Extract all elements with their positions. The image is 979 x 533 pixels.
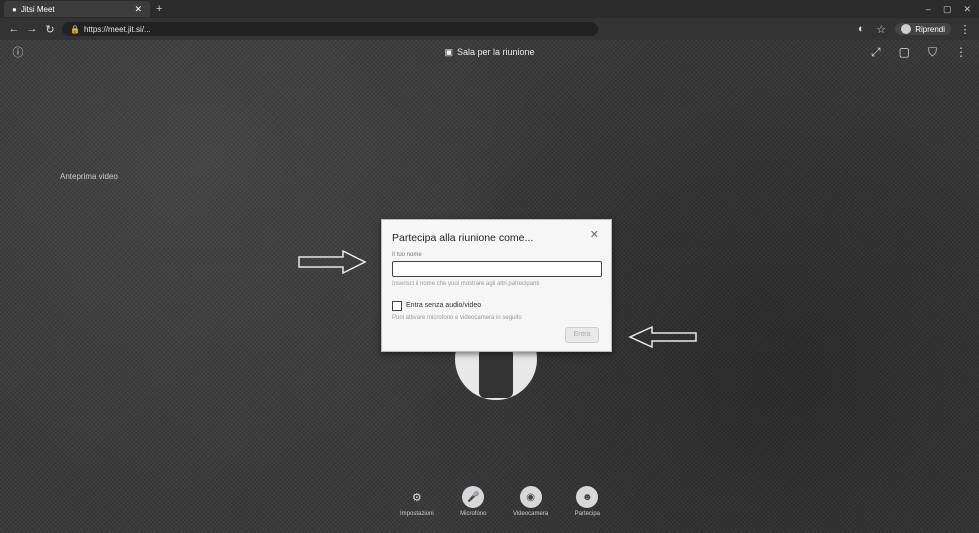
more-icon[interactable]: ⋮ — [955, 45, 967, 60]
profile-avatar — [901, 24, 912, 34]
close-window-button[interactable]: ✕ — [963, 4, 971, 15]
camera-icon: ◉ — [519, 486, 542, 508]
minimize-button[interactable]: – — [926, 4, 931, 15]
profile-label: Riprendi — [915, 24, 945, 34]
toolbar-settings[interactable]: ⚙ Impostazioni — [400, 486, 434, 518]
toolbar-settings-label: Impostazioni — [400, 511, 434, 517]
no-av-checkbox[interactable] — [392, 300, 402, 311]
new-tab-button[interactable]: + — [156, 3, 162, 15]
toolbar-participant[interactable]: ☻ Partecipa — [575, 486, 600, 517]
extension-icon[interactable]: ◐ — [855, 23, 867, 35]
toolbar-participant-label: Partecipa — [574, 511, 600, 517]
no-av-hint: Puoi attivare microfono e videocamera in… — [392, 314, 522, 321]
preview-label: Anteprima video — [60, 172, 118, 181]
arrow-right-icon — [298, 250, 367, 274]
tab-favicon-icon: ● — [12, 4, 17, 14]
room-icon: ▣ — [444, 46, 453, 57]
browser-addressbar: ← → ↻ 🔒 https://meet.jit.si/... ◐ ☆ Ripr… — [0, 18, 979, 40]
name-input[interactable] — [392, 260, 602, 277]
avatar-figure — [479, 348, 513, 398]
security-icon[interactable]: ⛉ — [928, 45, 937, 60]
no-av-label: Entra senza audio/video — [406, 302, 482, 309]
join-dialog: Partecipa alla riunione come... ✕ Il tuo… — [381, 219, 612, 352]
forward-icon[interactable]: → — [26, 23, 38, 35]
name-hint: Inserisci il nome che vuoi mostrare agli… — [392, 280, 540, 287]
chat-icon[interactable]: ▢ — [899, 45, 910, 60]
tile-view-icon[interactable]: ⤢ — [871, 45, 881, 60]
toolbar-camera[interactable]: ◉ Videocamera — [513, 486, 548, 517]
lock-icon: 🔒 — [70, 24, 80, 34]
reload-icon[interactable]: ↻ — [44, 23, 56, 36]
url-text: https://meet.jit.si/... — [83, 24, 151, 34]
room-title: Sala per la riunione — [456, 47, 535, 57]
tab-close-icon[interactable]: ✕ — [134, 4, 142, 15]
toolbar-microphone-label: Microfono — [460, 511, 487, 517]
meeting-topbar: ⓘ ▣ Sala per la riunione ⤢ ▢ ⛉ ⋮ — [0, 40, 979, 64]
info-icon[interactable]: ⓘ — [12, 44, 24, 60]
browser-right-icons: ◐ ☆ Riprendi ⋮ — [855, 23, 971, 36]
dialog-close-icon[interactable]: ✕ — [590, 228, 599, 241]
join-button[interactable]: Entra — [565, 327, 599, 343]
dialog-title: Partecipa alla riunione come... — [392, 232, 534, 244]
url-field[interactable]: 🔒 https://meet.jit.si/... — [62, 22, 598, 36]
participant-icon: ☻ — [576, 486, 599, 508]
browser-menu-icon[interactable]: ⋮ — [959, 23, 971, 36]
arrow-left-icon — [628, 325, 697, 349]
bookmark-star-icon[interactable]: ☆ — [875, 23, 887, 36]
window-controls: – ▢ ✕ — [926, 4, 979, 15]
browser-tabbar: ● Jitsi Meet ✕ + – ▢ ✕ — [0, 0, 979, 18]
profile-button[interactable]: Riprendi — [895, 23, 951, 35]
toolbar-microphone[interactable]: 🎤 Microfono — [460, 486, 486, 517]
no-av-option[interactable]: Entra senza audio/video — [392, 300, 601, 311]
browser-tab[interactable]: ● Jitsi Meet ✕ — [4, 1, 150, 17]
meeting-title: ▣ Sala per la riunione — [444, 47, 534, 58]
toolbar-camera-label: Videocamera — [512, 511, 549, 517]
microphone-icon: 🎤 — [462, 486, 485, 508]
name-field-label: Il tuo nome — [392, 252, 422, 258]
tab-title: Jitsi Meet — [20, 4, 55, 14]
back-icon[interactable]: ← — [8, 23, 20, 35]
maximize-button[interactable]: ▢ — [943, 4, 952, 15]
meeting-top-actions: ⤢ ▢ ⛉ ⋮ — [871, 45, 967, 60]
meeting-toolbar: ⚙ Impostazioni 🎤 Microfono ◉ Videocamera… — [400, 486, 600, 526]
settings-icon: ⚙ — [411, 491, 422, 504]
